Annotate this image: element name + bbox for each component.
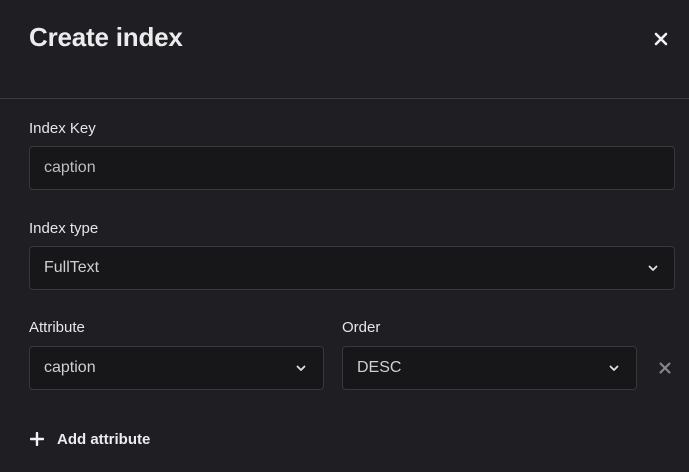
add-attribute-label: Add attribute [57, 430, 151, 448]
index-type-label: Index type [29, 220, 99, 237]
index-type-value: FullText [44, 259, 100, 276]
chevron-down-icon [648, 265, 658, 271]
index-type-select[interactable]: FullText [29, 246, 675, 290]
attribute-label: Attribute [29, 319, 85, 336]
dialog-title: Create index [29, 22, 183, 52]
chevron-down-icon [296, 365, 306, 371]
order-value: DESC [357, 359, 402, 376]
attribute-select[interactable]: caption [29, 346, 324, 390]
dialog-header: Create index [0, 0, 689, 99]
close-icon [654, 32, 668, 46]
order-select[interactable]: DESC [342, 346, 637, 390]
index-key-input[interactable] [44, 159, 674, 177]
chevron-down-icon [609, 365, 619, 371]
attribute-value: caption [44, 359, 96, 376]
close-icon [659, 362, 671, 374]
plus-icon [30, 432, 44, 446]
add-attribute-button[interactable]: Add attribute [30, 428, 150, 450]
close-button[interactable] [648, 28, 674, 50]
remove-attribute-button[interactable] [655, 358, 675, 378]
order-label: Order [342, 319, 381, 336]
index-key-label: Index Key [29, 120, 96, 137]
index-key-field[interactable] [29, 146, 675, 190]
